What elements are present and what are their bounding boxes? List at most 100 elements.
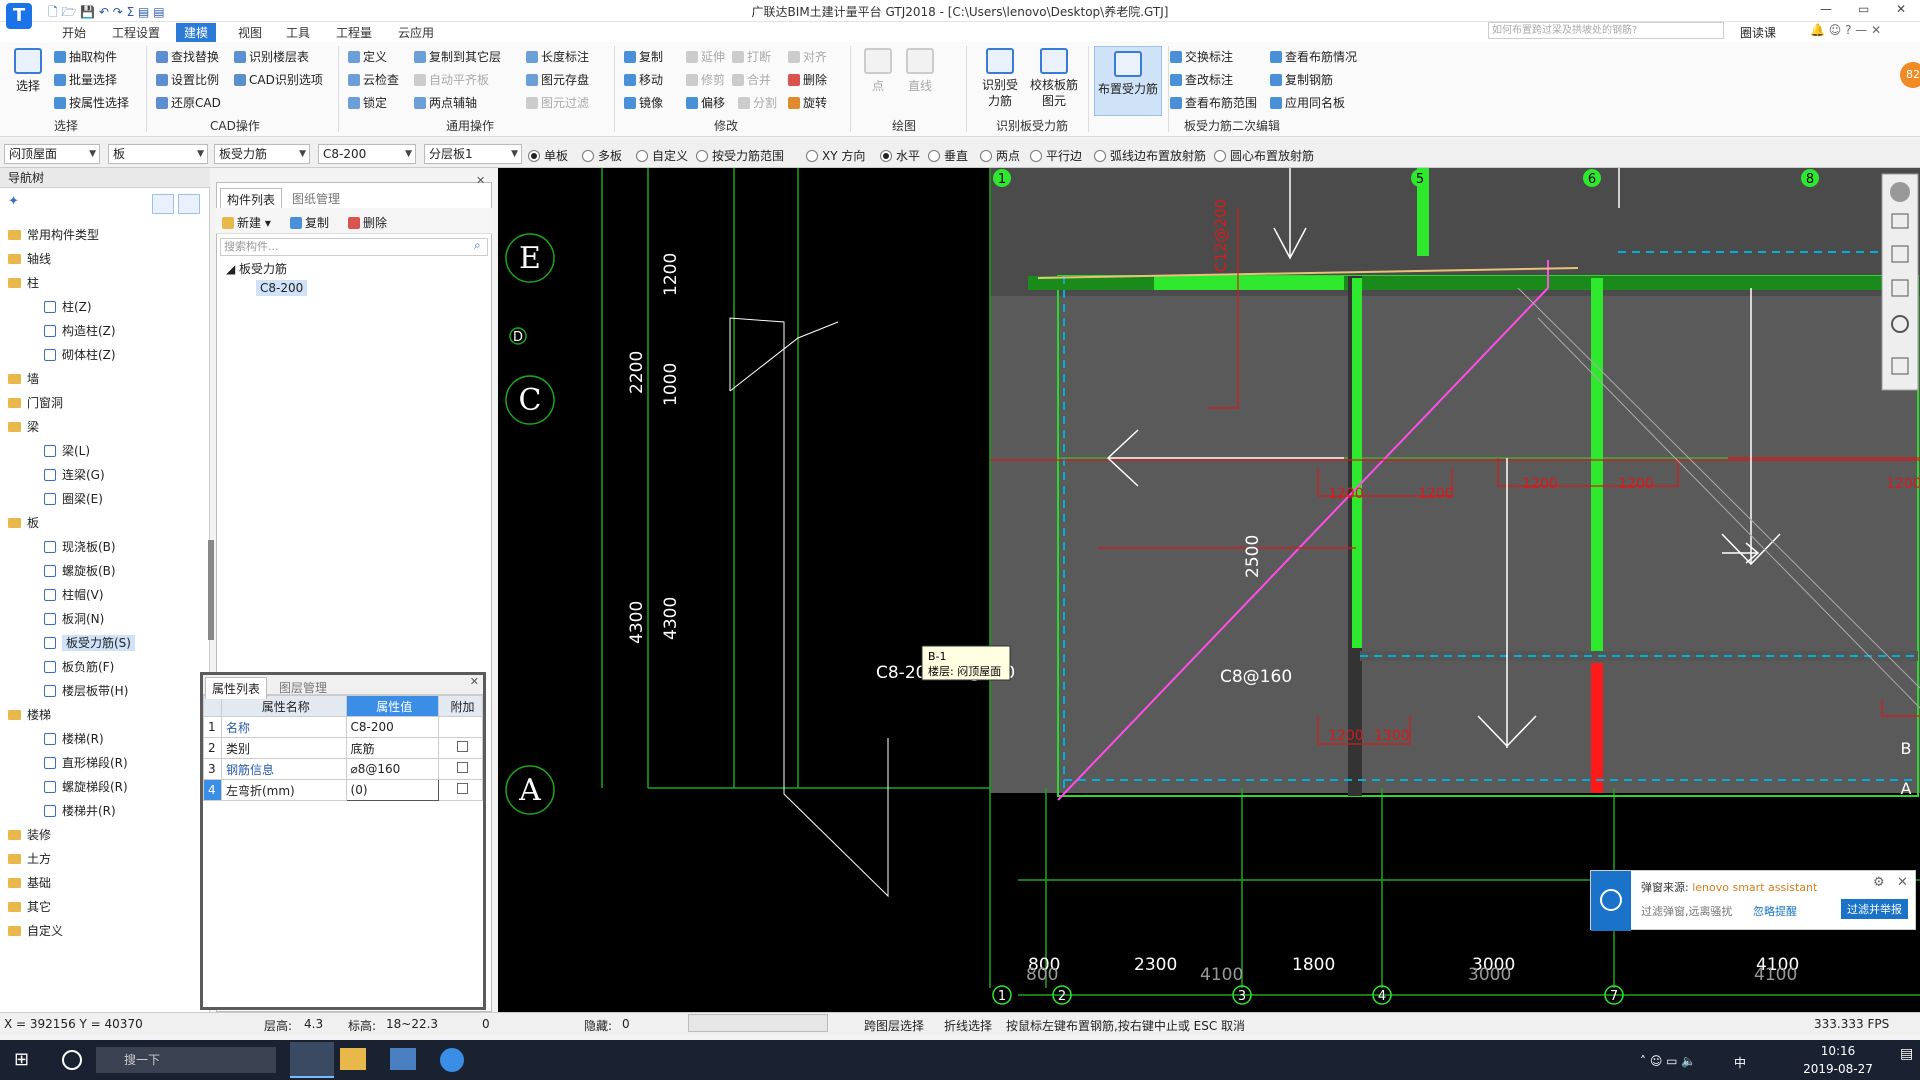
find-replace-button[interactable]: 查找替换	[156, 48, 219, 65]
property-value[interactable]: 底筋	[345, 737, 440, 759]
edit-label-button[interactable]: 查改标注	[1170, 71, 1233, 88]
nav-item[interactable]: 构造柱(Z)	[44, 322, 116, 339]
cortana-icon[interactable]	[62, 1050, 82, 1070]
offset-button[interactable]: 偏移	[686, 94, 725, 111]
nav-item[interactable]: 砌体柱(Z)	[44, 346, 116, 363]
nav-item[interactable]: 楼梯井(R)	[44, 802, 116, 819]
select-big-button[interactable]: 选择	[8, 48, 48, 94]
radio-xy[interactable]: XY 方向	[806, 147, 865, 164]
app-icon[interactable]: T	[6, 3, 32, 29]
menu-start[interactable]: 开始	[62, 24, 86, 41]
lock-button[interactable]: 锁定	[348, 94, 387, 111]
radio-horizontal[interactable]: 水平	[880, 147, 920, 164]
checkbox[interactable]	[457, 762, 468, 773]
property-value[interactable]: ⌀8@160	[345, 758, 440, 780]
nav-folder[interactable]: 板	[8, 514, 39, 531]
extend-button[interactable]: 延伸	[686, 48, 725, 65]
tab-component-list[interactable]: 构件列表	[220, 188, 283, 210]
snap-tools[interactable]	[688, 1014, 828, 1032]
gear-icon[interactable]: ⚙	[1873, 875, 1885, 890]
view-rebar-button[interactable]: 查看布筋情况	[1270, 48, 1357, 65]
floor-combo[interactable]: 闷顶屋面 ▼	[4, 144, 100, 164]
menu-project-settings[interactable]: 工程设置	[112, 24, 160, 41]
copy-component-button[interactable]: 复制	[290, 214, 329, 231]
nav-item[interactable]: 梁(L)	[44, 442, 90, 459]
nav-item[interactable]: 直形梯段(R)	[44, 754, 128, 771]
menu-cloud[interactable]: 云应用	[398, 24, 434, 41]
component-item[interactable]: C8-200	[256, 280, 308, 296]
checkbox[interactable]	[457, 741, 468, 752]
menu-view[interactable]: 视图	[238, 24, 262, 41]
cross-layer-select-button[interactable]: 跨图层选择	[864, 1017, 924, 1034]
line-button[interactable]: 直线	[902, 48, 938, 94]
nav-folder[interactable]: 基础	[8, 874, 51, 891]
nav-item[interactable]: 柱帽(V)	[44, 586, 104, 603]
ignore-link[interactable]: 忽略提醒	[1753, 903, 1797, 919]
close-panel-icon[interactable]: ✕	[476, 174, 485, 187]
close-window-button[interactable]: ✕	[1896, 2, 1906, 16]
recognize-rebar-button[interactable]: 识别受力筋	[974, 48, 1026, 109]
batch-select-button[interactable]: 批量选择	[54, 71, 117, 88]
component-combo[interactable]: C8-200 ▼	[318, 144, 416, 164]
recognize-floor-table-button[interactable]: 识别楼层表	[234, 48, 309, 65]
split-button[interactable]: 分割	[738, 94, 777, 111]
move-button[interactable]: 移动	[624, 71, 663, 88]
nav-folder[interactable]: 常用构件类型	[8, 226, 99, 243]
merge-button[interactable]: 合并	[732, 71, 771, 88]
notification-icons[interactable]: 🔔 ☺ ? — ✕	[1810, 23, 1881, 37]
nav-item[interactable]: 楼梯(R)	[44, 730, 104, 747]
clock-date[interactable]: 2019-08-27	[1800, 1062, 1876, 1076]
set-scale-button[interactable]: 设置比例	[156, 71, 219, 88]
delete-component-button[interactable]: 删除	[348, 214, 387, 231]
nav-folder[interactable]: 土方	[8, 850, 51, 867]
polyline-select-button[interactable]: 折线选择	[944, 1017, 992, 1034]
component-group[interactable]: ◢ 板受力筋	[226, 260, 287, 277]
tab-layer-manage[interactable]: 图层管理	[273, 677, 333, 698]
nav-folder[interactable]: 墙	[8, 370, 39, 387]
mirror-button[interactable]: 镜像	[624, 94, 663, 111]
nav-folder[interactable]: 门窗洞	[8, 394, 63, 411]
place-rebar-button[interactable]: 布置受力筋	[1094, 46, 1162, 116]
nav-folder[interactable]: 自定义	[8, 922, 63, 939]
help-label[interactable]: 圈读课	[1740, 24, 1776, 41]
checkbox[interactable]	[457, 783, 468, 794]
copy-button[interactable]: 复制	[624, 48, 663, 65]
cad-options-button[interactable]: CAD识别选项	[234, 71, 323, 88]
swap-label-button[interactable]: 交换标注	[1170, 48, 1233, 65]
table-row[interactable]: 4 左弯折(mm) (0)	[203, 779, 483, 801]
nav-folder[interactable]: 柱	[8, 274, 39, 291]
two-point-axis-button[interactable]: 两点辅轴	[414, 94, 477, 111]
radio-multi-slab[interactable]: 多板	[582, 147, 622, 164]
element-filter-button[interactable]: 图元过滤	[526, 94, 589, 111]
ime-indicator[interactable]: 中	[1734, 1054, 1746, 1071]
radio-center-radial[interactable]: 圆心布置放射筋	[1214, 147, 1314, 164]
break-button[interactable]: 打断	[732, 48, 771, 65]
property-value-editing[interactable]: (0)	[345, 779, 440, 801]
tab-property-list[interactable]: 属性列表	[205, 677, 268, 699]
taskbar-search-input[interactable]: 搜一下	[96, 1047, 276, 1073]
taskbar-explorer-icon[interactable]	[340, 1048, 366, 1070]
table-row[interactable]: 2 类别 底筋	[203, 737, 483, 759]
side-badge[interactable]: 82	[1900, 62, 1920, 88]
taskbar-gtj-icon[interactable]	[290, 1042, 334, 1078]
auto-flush-button[interactable]: 自动平齐板	[414, 71, 489, 88]
trim-button[interactable]: 修剪	[686, 71, 725, 88]
nav-item[interactable]: 螺旋梯段(R)	[44, 778, 128, 795]
select-by-property-button[interactable]: 按属性选择	[54, 94, 129, 111]
layer-combo[interactable]: 分层板1 ▼	[424, 144, 522, 164]
define-button[interactable]: 定义	[348, 48, 387, 65]
nav-folder[interactable]: 装修	[8, 826, 51, 843]
view-range-button[interactable]: 查看布筋范围	[1170, 94, 1257, 111]
list-view-icon[interactable]	[152, 194, 174, 214]
tab-drawing-manage[interactable]: 图纸管理	[286, 188, 346, 209]
maximize-button[interactable]: ▭	[1858, 2, 1869, 16]
help-search-input[interactable]: 如何布置跨过梁及拱坡处的钢筋?	[1488, 22, 1724, 39]
nav-folder[interactable]: 楼梯	[8, 706, 51, 723]
notification-center-icon[interactable]: ▤	[1900, 1046, 1913, 1062]
view-cube-toolbar[interactable]	[1881, 173, 1919, 391]
extract-component-button[interactable]: 抽取构件	[54, 48, 117, 65]
copy-to-floor-button[interactable]: 复制到其它层	[414, 48, 501, 65]
menu-tools[interactable]: 工具	[286, 24, 310, 41]
nav-item[interactable]: 连梁(G)	[44, 466, 105, 483]
category-combo[interactable]: 板受力筋 ▼	[214, 144, 310, 164]
